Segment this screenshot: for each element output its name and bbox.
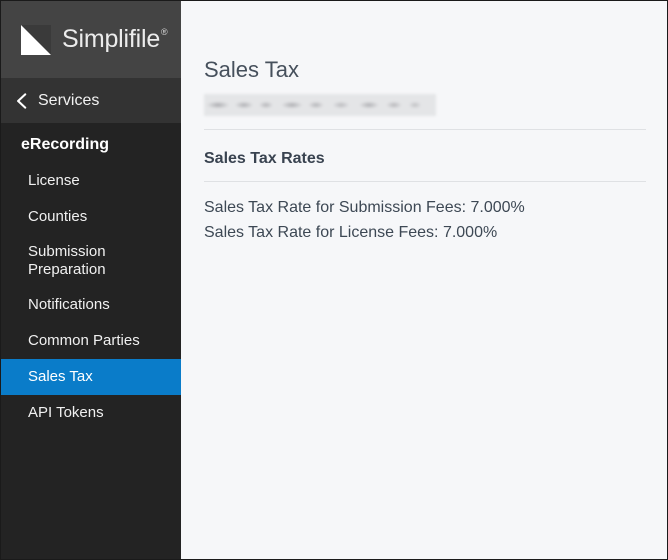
chevron-left-icon xyxy=(17,92,27,109)
section-heading-sales-tax-rates: Sales Tax Rates xyxy=(204,150,325,168)
simplifile-triangle-logo-icon xyxy=(21,24,51,55)
registered-trademark-icon: ® xyxy=(161,26,168,37)
brand-wordmark: Simplifile® xyxy=(62,25,168,53)
sidebar-item-submission-preparation[interactable]: Submission Preparation xyxy=(1,235,181,287)
sidebar-item-label: Sales Tax xyxy=(28,368,93,386)
sidebar-item-label: License xyxy=(28,172,80,190)
organization-name-redacted xyxy=(204,94,436,117)
back-to-services-label: Services xyxy=(38,91,100,109)
sidebar-logo-header: Simplifile® xyxy=(1,1,181,78)
sidebar-item-notifications[interactable]: Notifications xyxy=(1,287,181,323)
brand-wordmark-text: Simplifile xyxy=(62,25,161,53)
sales-tax-rate-license-fees: Sales Tax Rate for License Fees: 7.000% xyxy=(204,223,498,241)
sidebar-item-common-parties[interactable]: Common Parties xyxy=(1,323,181,359)
sidebar-item-counties[interactable]: Counties xyxy=(1,199,181,235)
sidebar-item-label: Notifications xyxy=(28,296,110,314)
back-to-services-button[interactable]: Services xyxy=(1,78,181,123)
sidebar-item-label: Common Parties xyxy=(28,332,140,350)
sidebar-item-api-tokens[interactable]: API Tokens xyxy=(1,395,181,431)
sidebar-nav-list: eRecording License Counties Submission P… xyxy=(1,123,181,431)
sidebar-item-label: Submission Preparation xyxy=(28,243,106,279)
sidebar-item-license[interactable]: License xyxy=(1,163,181,199)
sidebar-item-label: Counties xyxy=(28,208,88,226)
sidebar: Simplifile® Services eRecording License … xyxy=(1,1,181,559)
app-window: Simplifile® Services eRecording License … xyxy=(0,0,668,560)
page-title: Sales Tax xyxy=(204,57,299,82)
main-content: Sales Tax Sales Tax Rates Sales Tax Rate… xyxy=(181,1,667,559)
sidebar-section-erecording: eRecording xyxy=(21,136,110,153)
sales-tax-rate-submission-fees: Sales Tax Rate for Submission Fees: 7.00… xyxy=(204,198,525,216)
sidebar-item-label: API Tokens xyxy=(28,404,104,422)
sidebar-item-sales-tax[interactable]: Sales Tax xyxy=(1,359,181,396)
